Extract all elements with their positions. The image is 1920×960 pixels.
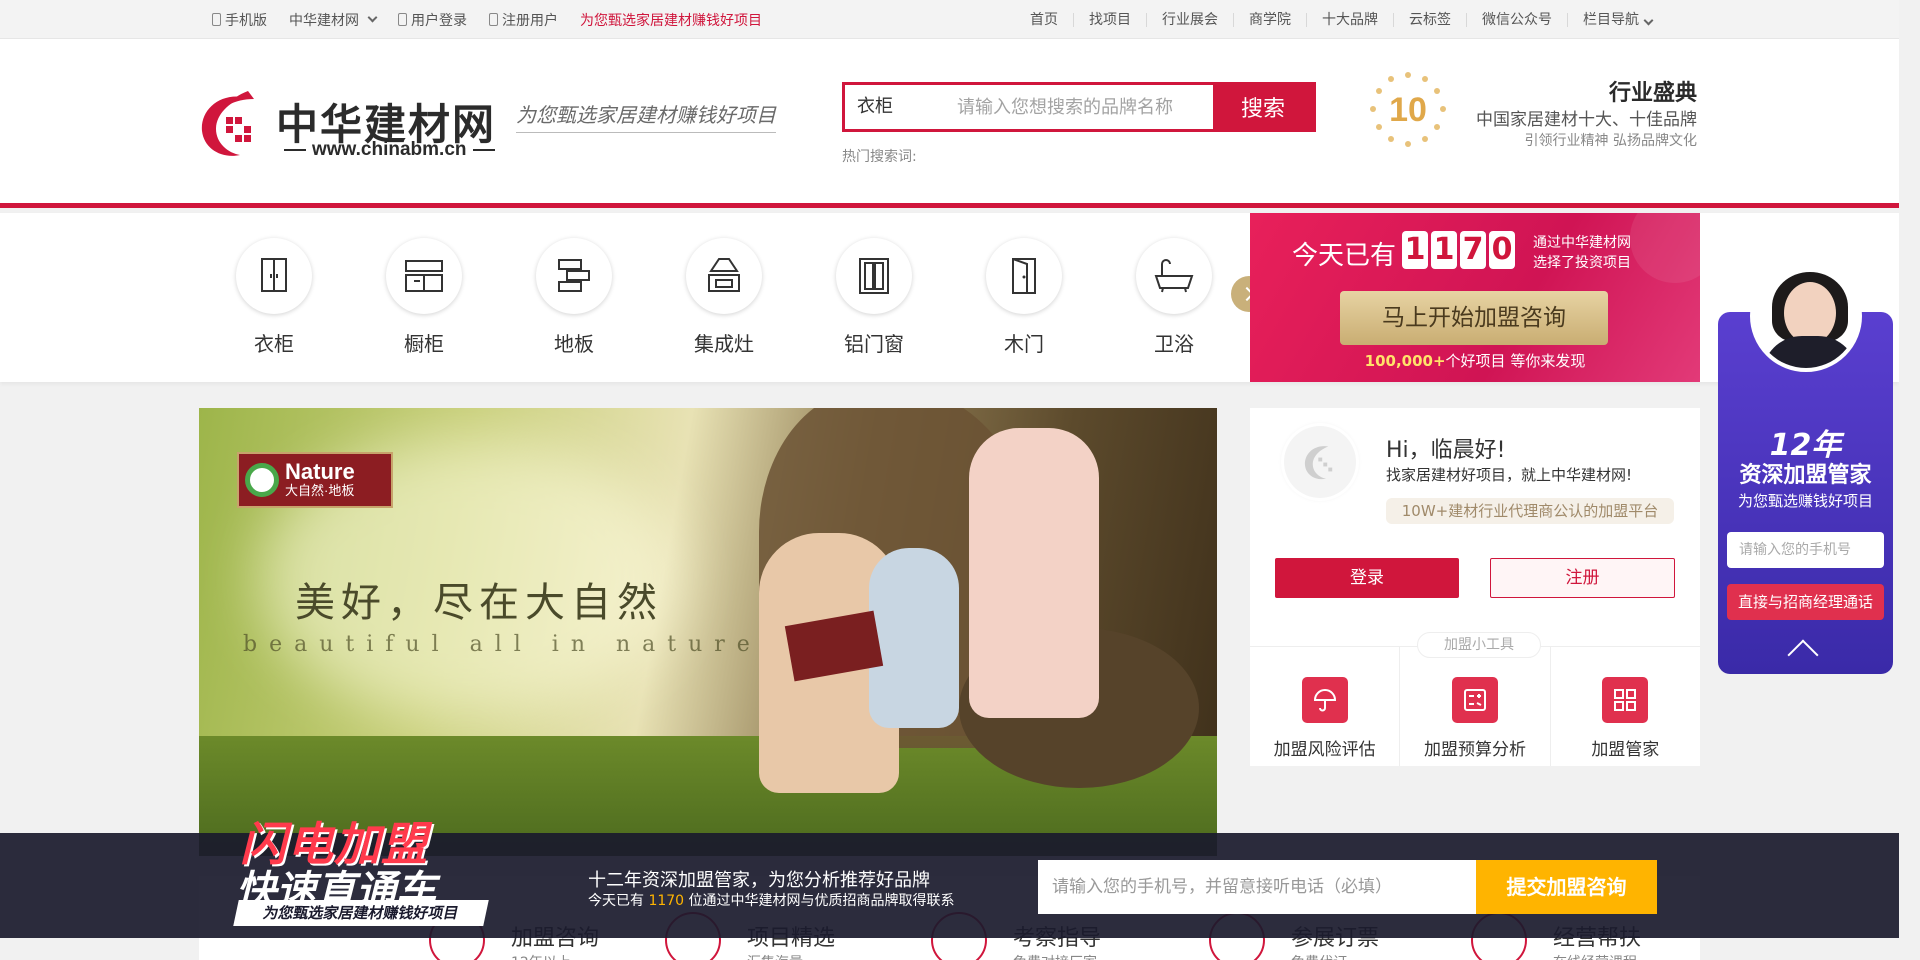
quick-join-line2: 今天已有 1170 位通过中华建材网与优质招商品牌取得联系 [588,893,955,909]
search-category-select[interactable]: 衣柜 [845,85,957,129]
promo-decoration [1630,213,1700,283]
stove-icon [708,258,740,292]
award-line: 中国家居建材十大、十佳品牌 [1476,110,1697,130]
category-stove[interactable]: 集成灶 [686,238,762,357]
chevron-down-icon [1643,15,1654,25]
category-bathroom[interactable]: 卫浴 [1136,238,1212,357]
nav-wechat[interactable]: 微信公众号 [1466,12,1567,27]
category-cabinet[interactable]: 橱柜 [386,238,462,357]
logo-icon[interactable] [198,89,260,161]
cabinet-icon [405,260,443,292]
submit-consult-button[interactable]: 提交加盟咨询 [1476,860,1657,914]
tool-risk-assessment[interactable]: 加盟风险评估 [1250,647,1401,766]
top-promo-link[interactable]: 为您甄选家居建材赚钱好项目 [580,10,762,30]
umbrella-icon [1313,689,1336,712]
banner-tagline: beautiful all in nature [243,632,762,657]
counter-digit: 0 [1489,231,1515,269]
advisor-phone-input[interactable]: 请输入您的手机号 [1727,532,1884,568]
banner-girl [969,428,1099,718]
nav-business-school[interactable]: 商学院 [1233,12,1306,27]
mobile-link[interactable]: 手机版 [212,10,267,30]
nav-columns[interactable]: 栏目导航 [1567,12,1667,27]
hero-banner[interactable]: Nature 大自然·地板 美好，尽在大自然 beautiful all in … [199,408,1217,856]
nav-tags[interactable]: 云标签 [1393,12,1466,27]
nav-home[interactable]: 首页 [1015,13,1073,27]
bathtub-icon [1154,259,1194,293]
tool-budget-analysis[interactable]: 加盟预算分析 [1400,647,1551,766]
top-bar: 手机版 中华建材网 用户登录 注册用户 为您甄选家居建材赚钱好项目 首页 找项目… [0,0,1899,39]
promo-today-label: 今天已有 [1292,241,1397,271]
search-box: 衣柜 搜索 [842,82,1316,132]
promo-note: 通过中华建材网 选择了投资项目 [1533,235,1631,271]
quick-join-line1: 十二年资深加盟管家，为您分析推荐好品牌 [588,870,930,891]
banner-child [869,548,959,728]
banner-headline: 美好，尽在大自然 [295,580,663,626]
nav-expo[interactable]: 行业展会 [1146,12,1233,27]
express-badge-sub: 为您甄选家居建材赚钱好项目 [233,900,489,926]
advisor-sub: 为您甄选赚钱好项目 [1737,492,1873,510]
start-consult-button[interactable]: 马上开始加盟咨询 [1340,291,1608,345]
chevron-up-icon[interactable] [1787,639,1819,671]
category-window[interactable]: 铝门窗 [836,238,912,357]
phone-icon [398,13,407,26]
page-margin [1899,0,1920,960]
promo-counter: 1 1 7 0 [1402,231,1515,269]
award-sub: 引领行业精神 弘扬品牌文化 [1524,133,1697,149]
counter-digit: 1 [1402,231,1428,269]
top-bar-left: 手机版 中华建材网 用户登录 注册用户 为您甄选家居建材赚钱好项目 [212,0,762,39]
platform-pill: 10W+建材行业代理商公认的加盟平台 [1386,498,1674,524]
top-nav: 首页 找项目 行业展会 商学院 十大品牌 云标签 微信公众号 栏目导航 [1015,0,1667,39]
user-login-link[interactable]: 用户登录 [398,10,467,30]
call-manager-button[interactable]: 直接与招商经理通话 [1727,584,1884,620]
counter-digit: 7 [1460,231,1486,269]
join-tools: 加盟风险评估 加盟预算分析 加盟管家 [1250,646,1700,766]
user-greeting: Hi，临晨好! [1386,438,1506,463]
hot-search-label: 热门搜索词: [842,149,917,165]
award-banner[interactable]: 10 行业盛典 中国家居建材十大、十佳品牌 引领行业精神 弘扬品牌文化 [1367,67,1697,167]
user-greeting-sub: 找家居建材好项目，就上中华建材网! [1386,466,1633,484]
category-door[interactable]: 木门 [986,238,1062,357]
nav-find-project[interactable]: 找项目 [1073,12,1146,27]
door-icon [1012,258,1036,294]
tools-title: 加盟小工具 [1417,632,1541,658]
advisor-avatar [1750,260,1862,372]
phone-icon [212,13,221,26]
nav-top-brands[interactable]: 十大品牌 [1306,12,1393,27]
counter-digit: 1 [1431,231,1457,269]
category-floor[interactable]: 地板 [536,238,612,357]
svg-text:10: 10 [1389,91,1427,129]
quick-join-phone-input[interactable]: 请输入您的手机号，并留意接听电话（必填） [1038,860,1476,914]
logo-icon [1304,446,1333,480]
site-dropdown[interactable]: 中华建材网 [289,10,378,30]
grid-icon [1614,689,1637,711]
wardrobe-icon [261,258,287,292]
avatar [1284,426,1356,498]
header: 中华建材网 www.chinabm.cn 为您甄选家居建材赚钱好项目 衣柜 搜索… [0,39,1899,208]
nature-logo-icon [245,463,279,497]
phone-icon [489,13,498,26]
award-title: 行业盛典 [1608,81,1697,106]
login-button[interactable]: 登录 [1275,558,1459,598]
chevron-down-icon [367,12,378,23]
register-button[interactable]: 注册 [1490,558,1675,598]
join-promo-box: 今天已有 1 1 7 0 通过中华建材网 选择了投资项目 马上开始加盟咨询 100… [1250,213,1700,382]
header-slogan: 为您甄选家居建材赚钱好项目 [516,99,776,133]
floating-advisor-widget: 12年 资深加盟管家 为您甄选赚钱好项目 请输入您的手机号 直接与招商经理通话 [1718,260,1893,674]
nature-brand-logo: Nature 大自然·地板 [237,452,393,508]
advisor-title: 资深加盟管家 [1739,463,1872,488]
floor-icon [558,259,590,292]
search-input[interactable] [957,85,1213,129]
user-panel: Hi，临晨好! 找家居建材好项目，就上中华建材网! 10W+建材行业代理商公认的… [1250,408,1700,766]
tool-join-steward[interactable]: 加盟管家 [1551,647,1700,766]
promo-sub: 100,000+个好项目 等你来发现 [1364,352,1586,370]
register-link[interactable]: 注册用户 [489,10,558,30]
search-button[interactable]: 搜索 [1213,85,1313,129]
award-10-icon: 10 [1370,72,1446,147]
category-wardrobe[interactable]: 衣柜 [236,238,312,357]
window-icon [859,258,889,294]
calculator-icon [1463,689,1486,711]
logo-url: www.chinabm.cn [278,139,501,161]
